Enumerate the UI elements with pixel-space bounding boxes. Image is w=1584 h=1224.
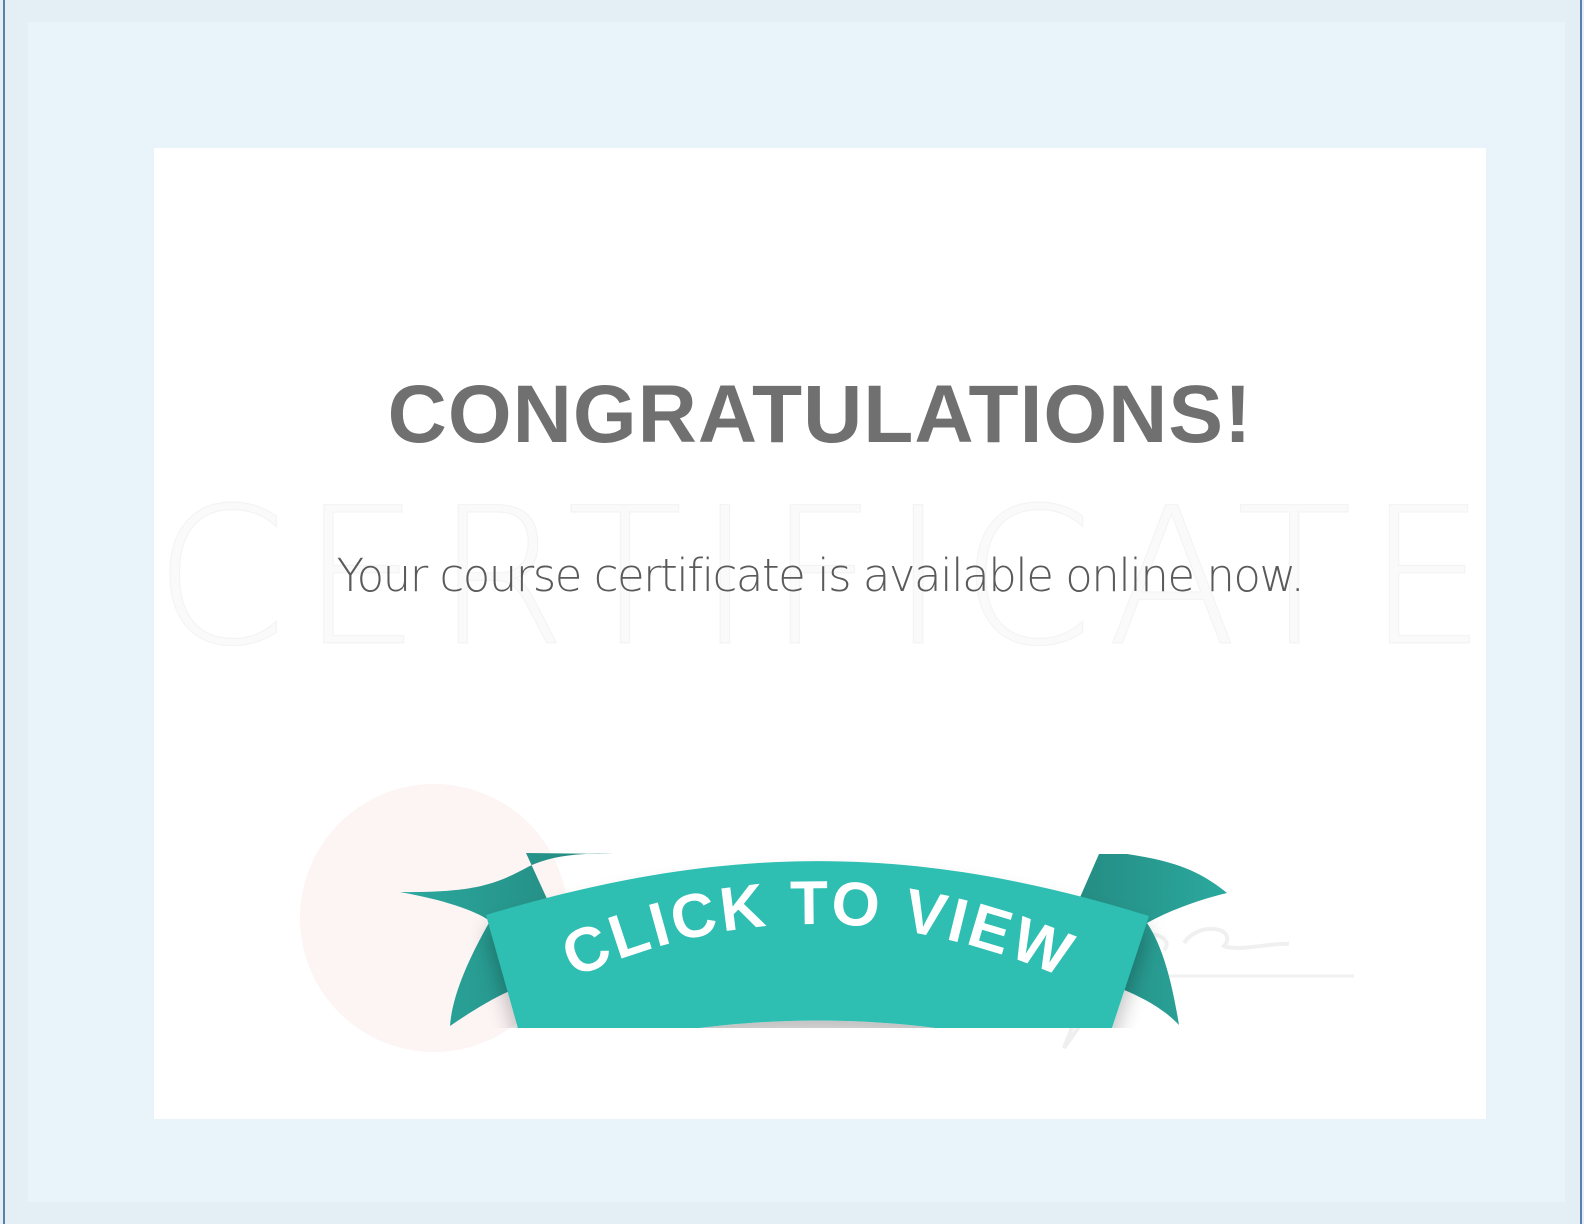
certificate-card: CERTIFICATE CONGRATULATIONS! Your course… xyxy=(153,148,1487,1119)
outer-frame: CERTIFICATE CONGRATULATIONS! Your course… xyxy=(3,0,1582,1224)
click-to-view-button[interactable]: CLICK TO VIEW xyxy=(394,728,1244,1028)
background-panel: CERTIFICATE CONGRATULATIONS! Your course… xyxy=(28,22,1565,1202)
svg-text:CLICK TO VIEW: CLICK TO VIEW xyxy=(553,869,1085,991)
ribbon-label-layer: CLICK TO VIEW xyxy=(553,869,1085,991)
subtitle-message: Your course certificate is available onl… xyxy=(336,549,1305,602)
page-title: CONGRATULATIONS! xyxy=(387,369,1253,460)
click-to-view-label: CLICK TO VIEW xyxy=(553,869,1082,991)
